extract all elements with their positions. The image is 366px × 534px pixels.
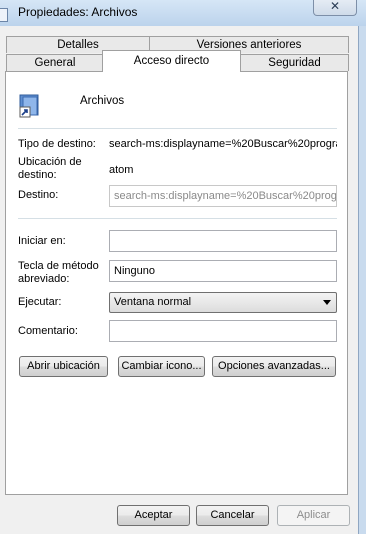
destino-label: Destino:: [18, 189, 59, 201]
ubicacion-destino-value: atom: [109, 164, 134, 176]
abrir-ubicacion-button[interactable]: Abrir ubicación: [19, 356, 108, 377]
cancelar-button[interactable]: Cancelar: [196, 505, 269, 526]
tab-label: General: [34, 57, 76, 69]
ubicacion-destino-label: Ubicación de destino:: [18, 156, 82, 181]
tab-seguridad[interactable]: Seguridad: [240, 54, 349, 71]
destino-field[interactable]: search-ms:displayname=%20Buscar%20progra…: [109, 185, 337, 207]
comentario-field[interactable]: [109, 320, 337, 342]
shortcut-folder-icon: [19, 94, 39, 118]
tab-label: Detalles: [57, 39, 99, 51]
iniciar-en-label: Iniciar en:: [18, 235, 66, 247]
tipo-destino-value: search-ms:displayname=%20Buscar%20progra…: [109, 138, 337, 150]
ejecutar-select[interactable]: Ventana normal: [109, 292, 337, 313]
iniciar-en-field[interactable]: [109, 230, 337, 252]
close-button[interactable]: ✕: [313, 0, 357, 16]
ejecutar-selected: Ventana normal: [114, 296, 192, 308]
shortcut-name: Archivos: [80, 95, 125, 107]
cambiar-icono-button[interactable]: Cambiar icono...: [118, 356, 205, 377]
opciones-avanzadas-button[interactable]: Opciones avanzadas...: [212, 356, 336, 377]
comentario-label: Comentario:: [18, 325, 78, 337]
tab-label: Seguridad: [268, 57, 321, 69]
close-icon: ✕: [329, 0, 341, 13]
divider: [18, 218, 337, 219]
chevron-down-icon: [323, 300, 331, 305]
title-bar[interactable]: Propiedades: Archivos ✕: [0, 0, 366, 26]
aceptar-button[interactable]: Aceptar: [117, 505, 190, 526]
window-icon: [0, 8, 8, 22]
aplicar-button[interactable]: Aplicar: [277, 505, 350, 526]
window-title: Propiedades: Archivos: [18, 5, 138, 19]
ejecutar-label: Ejecutar:: [18, 296, 62, 308]
tab-acceso-directo[interactable]: Acceso directo: [102, 50, 241, 72]
tab-label: Acceso directo: [133, 55, 210, 67]
tipo-destino-label: Tipo de destino:: [18, 138, 96, 150]
divider: [18, 128, 337, 129]
tab-general[interactable]: General: [6, 54, 104, 71]
tecla-metodo-abreviado-field[interactable]: Ninguno: [109, 260, 337, 282]
tecla-metodo-abreviado-label: Tecla de método abreviado:: [18, 260, 99, 285]
